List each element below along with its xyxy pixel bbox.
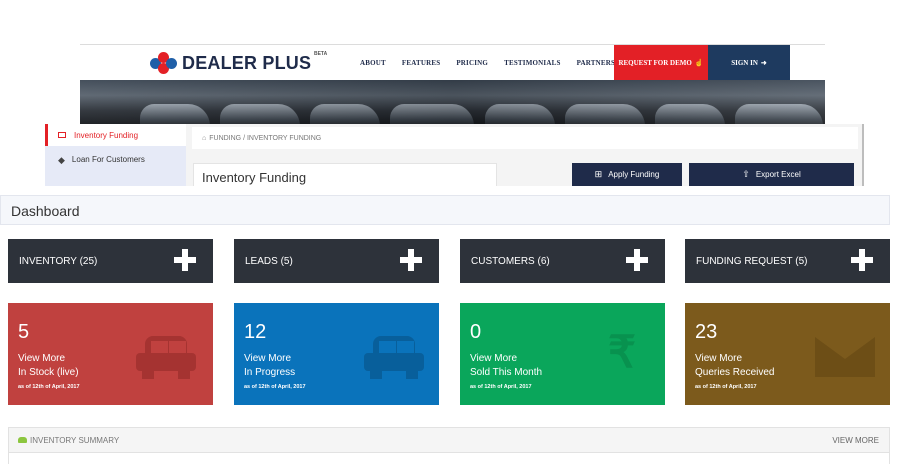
inventory-funding-title: Inventory Funding [193, 163, 497, 186]
tile-leads[interactable]: LEADS (5) [234, 239, 439, 283]
tag-icon: ◆ [58, 155, 65, 165]
nav-pricing[interactable]: PRICING [456, 59, 488, 67]
logo-beta: BETA [313, 51, 328, 57]
plus-square-icon: ⊞ [594, 169, 603, 179]
view-more-link[interactable]: View More [18, 353, 65, 364]
site-header: DEALER PLUS BETA ABOUT FEATURES PRICING … [80, 44, 825, 81]
nav-testimonials[interactable]: TESTIMONIALS [504, 59, 560, 67]
sidebar-item-label: Inventory Funding [74, 130, 139, 140]
tile-label: FUNDING REQUEST (5) [696, 255, 808, 267]
tile-inventory[interactable]: INVENTORY (25) [8, 239, 213, 283]
breadcrumb: ⌂ FUNDING / INVENTORY FUNDING [192, 127, 858, 149]
tile-label: LEADS (5) [245, 255, 293, 267]
export-excel-button[interactable]: ⇧ Export Excel [689, 163, 854, 186]
apply-funding-label: Apply Funding [608, 170, 660, 179]
stat-card-sold[interactable]: ₹ 0 View More Sold This Month as of 12th… [460, 303, 665, 405]
stat-subtitle: In Stock (live) [18, 367, 79, 378]
cars-banner-image [80, 80, 825, 124]
home-icon[interactable]: ⌂ [202, 135, 206, 142]
nav-features[interactable]: FEATURES [402, 59, 440, 67]
stat-value: 12 [244, 321, 267, 343]
stat-card-queries[interactable]: 23 View More Queries Received as of 12th… [685, 303, 890, 405]
view-more-link[interactable]: VIEW MORE [832, 436, 879, 445]
stat-value: 23 [695, 321, 718, 343]
site-nav: ABOUT FEATURES PRICING TESTIMONIALS PART… [360, 45, 631, 81]
breadcrumb-text[interactable]: FUNDING / INVENTORY FUNDING [209, 135, 321, 142]
sidebar-item-loan-for-customers[interactable]: ◆ Loan For Customers [45, 146, 186, 186]
view-more-link[interactable]: View More [695, 353, 742, 364]
envelope-icon [815, 337, 875, 377]
apply-funding-button[interactable]: ⊞ Apply Funding [572, 163, 682, 186]
tile-label: INVENTORY (25) [19, 255, 98, 267]
sign-in-button[interactable]: SIGN IN ➜ [708, 45, 790, 81]
stat-value: 0 [470, 321, 482, 343]
logo-text: DEALER PLUS [182, 52, 312, 73]
logo-mark-icon [150, 52, 178, 74]
nav-partners[interactable]: PARTNERS [577, 59, 616, 67]
upload-icon: ⇧ [742, 169, 750, 179]
view-more-link[interactable]: View More [244, 353, 291, 364]
money-icon [58, 132, 66, 138]
sidebar-item-label: Loan For Customers [71, 155, 145, 164]
stat-subtitle: Queries Received [695, 367, 775, 378]
sign-in-label: SIGN IN [731, 59, 758, 67]
car-icon [18, 437, 27, 443]
inventory-summary-header: INVENTORY SUMMARY VIEW MORE [8, 427, 890, 453]
hand-pointer-icon: ☝ [694, 59, 704, 67]
dashboard-title: Dashboard [0, 195, 890, 225]
view-more-link[interactable]: View More [470, 353, 517, 364]
logo[interactable]: DEALER PLUS BETA [150, 50, 327, 76]
stat-subtitle: In Progress [244, 367, 296, 378]
stat-card-in-progress[interactable]: 12 View More In Progress as of 12th of A… [234, 303, 439, 405]
stat-card-in-stock[interactable]: 5 View More In Stock (live) as of 12th o… [8, 303, 213, 405]
nav-about[interactable]: ABOUT [360, 59, 386, 67]
export-excel-label: Export Excel [755, 170, 801, 179]
tile-label: CUSTOMERS (6) [471, 255, 550, 267]
request-demo-label: REQUEST FOR DEMO [618, 59, 692, 67]
request-demo-button[interactable]: REQUEST FOR DEMO ☝ [614, 45, 708, 81]
tile-customers[interactable]: CUSTOMERS (6) [460, 239, 665, 283]
inventory-summary-body [8, 453, 890, 464]
inner-panel-edge [862, 124, 864, 186]
stat-value: 5 [18, 321, 30, 343]
page-root: DEALER PLUS BETA ABOUT FEATURES PRICING … [0, 0, 900, 464]
stat-asof: as of 12th of April, 2017 [695, 384, 757, 390]
stat-asof: as of 12th of April, 2017 [244, 384, 306, 390]
tile-funding-request[interactable]: FUNDING REQUEST (5) [685, 239, 890, 283]
stat-asof: as of 12th of April, 2017 [18, 384, 80, 390]
inventory-summary-title: INVENTORY SUMMARY [30, 435, 120, 445]
add-lead-plus-icon[interactable] [400, 249, 422, 271]
rupee-icon: ₹ [608, 328, 636, 377]
sidebar-item-inventory-funding[interactable]: Inventory Funding [45, 124, 186, 146]
car-icon [136, 333, 196, 381]
car-icon [364, 333, 424, 381]
sign-in-icon: ➜ [760, 59, 767, 67]
add-funding-plus-icon[interactable] [851, 249, 873, 271]
stat-asof: as of 12th of April, 2017 [470, 384, 532, 390]
stat-subtitle: Sold This Month [470, 367, 543, 378]
add-customer-plus-icon[interactable] [626, 249, 648, 271]
add-inventory-plus-icon[interactable] [174, 249, 196, 271]
